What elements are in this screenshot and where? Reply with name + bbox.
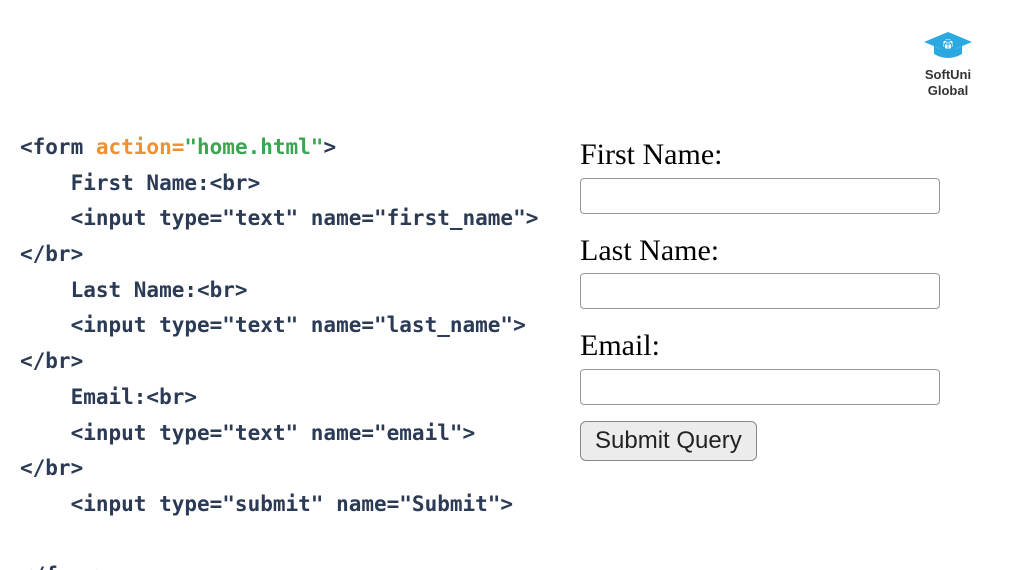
submit-button[interactable]: Submit Query [580,421,757,461]
first-name-label: First Name: [580,136,960,174]
email-label: Email: [580,327,960,365]
last-name-label: Last Name: [580,232,960,270]
logo-text-line1: SoftUni [922,68,974,82]
last-name-input[interactable] [580,273,940,309]
code-line-6: <input type="text" name="last_name"> [20,313,526,337]
code-line-10: </br> [20,456,83,480]
code-line-11: <input type="submit" name="Submit"> [20,492,513,516]
email-input[interactable] [580,369,940,405]
code-line-7: </br> [20,349,83,373]
code-line-8: Email:<br> [20,385,197,409]
code-line-4: </br> [20,242,83,266]
code-line-2: First Name:<br> [20,171,260,195]
first-name-input[interactable] [580,178,940,214]
code-line-13: </form> [20,563,109,570]
graduation-cap-icon [922,30,974,66]
logo: SoftUni Global [922,30,974,99]
logo-text-line2: Global [922,84,974,98]
code-snippet: <form action="home.html"> First Name:<br… [20,130,530,570]
code-line-1: <form action="home.html"> [20,135,336,159]
rendered-form: First Name: Last Name: Email: Submit Que… [580,130,960,461]
code-line-5: Last Name:<br> [20,278,248,302]
code-line-9: <input type="text" name="email"> [20,421,475,445]
code-line-3: <input type="text" name="first_name"> [20,206,538,230]
